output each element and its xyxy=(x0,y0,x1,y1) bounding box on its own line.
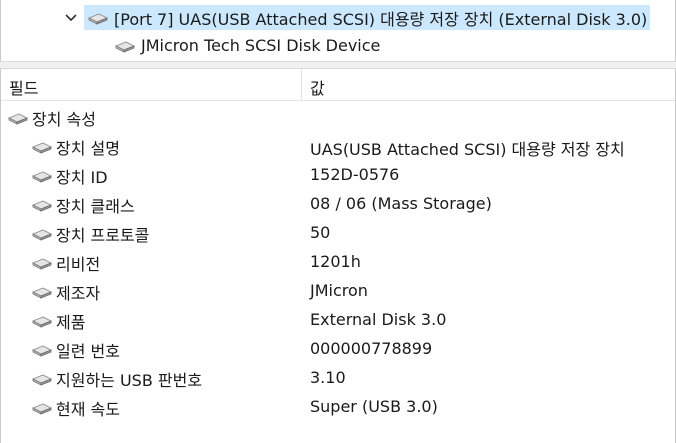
disk-drive-icon xyxy=(31,371,53,387)
disk-drive-icon xyxy=(31,342,53,358)
property-value: 1201h xyxy=(310,252,361,271)
property-field: 장치 설명 xyxy=(56,139,120,158)
disk-drive-icon xyxy=(113,38,137,54)
disk-drive-icon xyxy=(7,110,29,126)
tree-node-port7[interactable]: [Port 7] UAS(USB Attached SCSI) 대용량 저장 장… xyxy=(62,4,651,31)
disk-drive-icon xyxy=(31,226,53,242)
property-field: 지원하는 USB 판번호 xyxy=(56,371,203,390)
disk-drive-icon xyxy=(31,168,53,184)
disk-drive-icon xyxy=(31,139,53,155)
property-value: External Disk 3.0 xyxy=(310,310,447,329)
property-row[interactable]: 제조자 JMicron xyxy=(1,276,675,305)
column-header-field[interactable]: 필드 xyxy=(9,75,38,99)
property-row[interactable]: 리비전 1201h xyxy=(1,247,675,276)
property-field: 장치 프로토콜 xyxy=(56,226,150,245)
device-tree: [Port 7] UAS(USB Attached SCSI) 대용량 저장 장… xyxy=(0,0,676,61)
property-field: 장치 ID xyxy=(56,168,108,187)
property-row[interactable]: 일련 번호 000000778899 xyxy=(1,334,675,363)
column-header-value[interactable]: 값 xyxy=(310,75,325,99)
property-row[interactable]: 장치 설명 UAS(USB Attached SCSI) 대용량 저장 장치 xyxy=(1,131,675,160)
property-field: 제조자 xyxy=(56,284,101,303)
property-field: 일련 번호 xyxy=(56,342,120,361)
selected-node[interactable]: [Port 7] UAS(USB Attached SCSI) 대용량 저장 장… xyxy=(84,5,651,30)
property-row[interactable]: 제품 External Disk 3.0 xyxy=(1,305,675,334)
property-value: 50 xyxy=(310,223,331,242)
disk-drive-icon xyxy=(31,313,53,329)
property-value: JMicron xyxy=(310,281,368,300)
column-divider[interactable] xyxy=(301,69,302,101)
group-row[interactable]: 장치 속성 xyxy=(1,102,675,131)
disk-drive-icon xyxy=(31,400,53,416)
property-value: 152D-0576 xyxy=(310,165,400,184)
tree-node-disk-device[interactable]: JMicron Tech SCSI Disk Device xyxy=(113,32,380,59)
pane-splitter[interactable] xyxy=(0,61,676,69)
property-field: 현재 속도 xyxy=(56,400,120,419)
property-value: Super (USB 3.0) xyxy=(310,397,438,416)
property-row[interactable]: 현재 속도 Super (USB 3.0) xyxy=(1,392,675,421)
property-row[interactable]: 장치 프로토콜 50 xyxy=(1,218,675,247)
disk-drive-icon xyxy=(86,10,110,26)
property-value: 3.10 xyxy=(310,368,346,387)
tree-node-label: [Port 7] UAS(USB Attached SCSI) 대용량 저장 장… xyxy=(114,9,648,29)
list-header: 필드 값 xyxy=(1,69,675,101)
property-row[interactable]: 지원하는 USB 판번호 3.10 xyxy=(1,363,675,392)
tree-node-label: JMicron Tech SCSI Disk Device xyxy=(141,36,381,55)
properties-list: 필드 값 장치 속성 장치 설명 UAS(USB Attached SCSI) … xyxy=(0,69,676,443)
property-value: 08 / 06 (Mass Storage) xyxy=(310,194,492,213)
disk-drive-icon xyxy=(31,284,53,300)
group-label: 장치 속성 xyxy=(32,110,96,129)
property-row[interactable]: 장치 클래스 08 / 06 (Mass Storage) xyxy=(1,189,675,218)
property-value: 000000778899 xyxy=(310,339,433,358)
disk-drive-icon xyxy=(31,197,53,213)
property-row[interactable]: 장치 ID 152D-0576 xyxy=(1,160,675,189)
property-field: 장치 클래스 xyxy=(56,197,135,216)
property-field: 제품 xyxy=(56,313,86,332)
chevron-down-icon[interactable] xyxy=(62,4,80,31)
property-value: UAS(USB Attached SCSI) 대용량 저장 장치 xyxy=(310,140,625,159)
disk-drive-icon xyxy=(31,255,53,271)
property-field: 리비전 xyxy=(56,255,101,274)
